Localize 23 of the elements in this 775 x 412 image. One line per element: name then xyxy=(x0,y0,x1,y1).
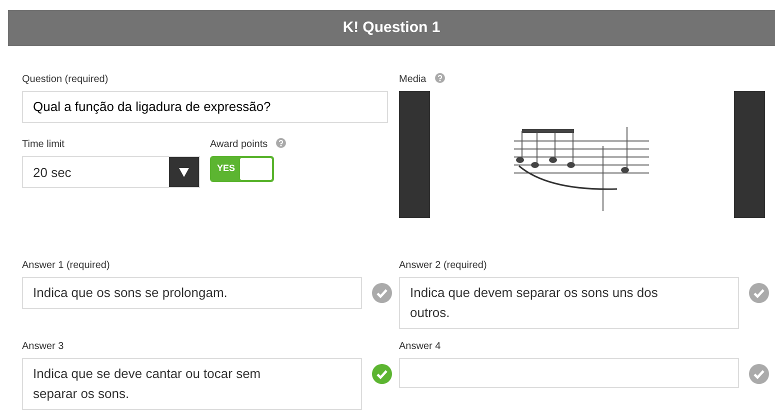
check-icon[interactable] xyxy=(749,364,769,384)
answer-field[interactable] xyxy=(399,358,739,388)
field-label: Media xyxy=(399,73,426,87)
field-label: Answer 3 xyxy=(22,340,64,354)
caret-icon xyxy=(179,166,189,176)
logo: K! xyxy=(342,18,359,38)
check-icon[interactable] xyxy=(749,283,769,303)
time-limit-dropdown[interactable]: 20 sec xyxy=(22,156,200,188)
check-icon[interactable] xyxy=(372,364,392,384)
field-label: Question (required) xyxy=(22,73,108,87)
answer-field[interactable]: Indica que os sons se prolongam. xyxy=(22,277,362,309)
answer-field[interactable]: Indica que devem separar os sons uns dos outros. xyxy=(399,277,739,329)
field-label: Answer 4 xyxy=(399,340,441,354)
field-label: Answer 2 (required) xyxy=(399,259,487,273)
help-icon[interactable] xyxy=(434,73,445,83)
check-icon[interactable] xyxy=(372,283,392,303)
field-label: Award points xyxy=(210,138,268,152)
page-title: Question 1 xyxy=(362,18,440,38)
answer-field[interactable]: Indica que se deve cantar ou tocar sem separar os sons. xyxy=(22,358,362,410)
question-field[interactable]: Qual a função da ligadura de expressão? xyxy=(22,91,388,122)
field-label: Answer 1 (required) xyxy=(22,259,110,273)
help-icon[interactable] xyxy=(276,138,286,148)
field-label: Time limit xyxy=(22,138,64,152)
